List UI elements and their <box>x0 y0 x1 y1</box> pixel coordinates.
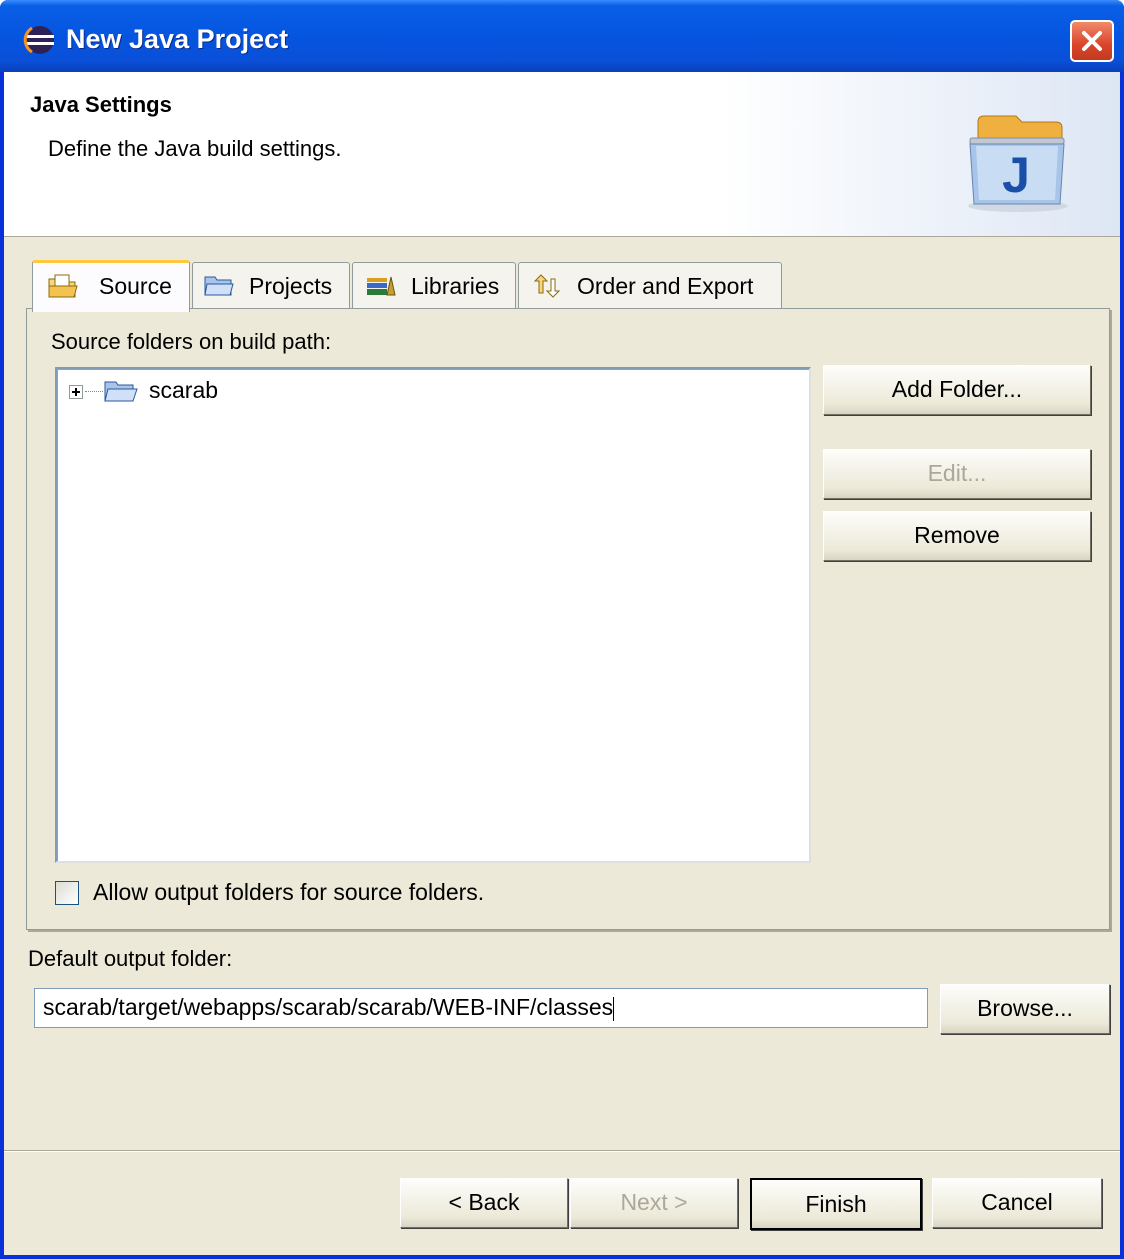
finish-button[interactable]: Finish <box>750 1178 922 1230</box>
tab-order-and-export[interactable]: Order and Export <box>518 262 782 308</box>
folder-icon <box>104 381 138 402</box>
cancel-label: Cancel <box>981 1189 1053 1215</box>
add-folder-button[interactable]: Add Folder... <box>823 365 1091 415</box>
default-output-folder-label: Default output folder: <box>28 946 233 971</box>
source-folders-tree[interactable]: scarab <box>55 367 811 863</box>
footer-separator <box>4 1150 1120 1152</box>
eclipse-icon <box>23 26 54 54</box>
tree-connector <box>85 391 103 392</box>
tab-projects[interactable]: Projects <box>192 262 350 308</box>
libraries-icon <box>367 276 396 296</box>
tab-order-export-label: Order and Export <box>577 273 754 299</box>
close-icon <box>1082 31 1102 51</box>
back-button[interactable]: < Back <box>400 1178 568 1228</box>
new-java-project-dialog: New Java Project Java Settings Define th… <box>0 0 1124 1259</box>
tab-source[interactable]: Source <box>32 260 190 312</box>
tab-source-label: Source <box>99 273 172 299</box>
page-description: Define the Java build settings. <box>48 136 342 161</box>
java-project-icon: J <box>968 115 1068 212</box>
edit-label: Edit... <box>927 460 987 486</box>
add-folder-label: Add Folder... <box>891 376 1023 402</box>
source-tab-panel: Source folders on build path: scarab Add… <box>26 308 1110 930</box>
expand-icon[interactable] <box>69 385 83 399</box>
title-bar[interactable]: New Java Project <box>0 0 1124 72</box>
browse-label: Browse... <box>977 995 1073 1021</box>
projects-folder-icon <box>204 276 234 296</box>
tab-libraries-label: Libraries <box>411 273 500 299</box>
page-title: Java Settings <box>30 92 172 117</box>
source-folder-icon <box>48 274 78 298</box>
tree-item-label: scarab <box>149 377 219 403</box>
text-caret <box>613 996 615 1021</box>
allow-output-folders-checkbox[interactable] <box>55 881 79 905</box>
remove-label: Remove <box>914 522 1000 548</box>
allow-output-folders-label: Allow output folders for source folders. <box>93 879 485 905</box>
tab-libraries[interactable]: Libraries <box>352 262 516 308</box>
wizard-header: Java Settings Define the Java build sett… <box>4 72 1120 237</box>
finish-label: Finish <box>805 1191 867 1217</box>
window-title: New Java Project <box>66 24 289 54</box>
build-path-tabs: Source Projects Libraries Order and Expo… <box>4 238 1120 938</box>
next-label: Next > <box>620 1189 688 1215</box>
close-button[interactable] <box>1070 20 1114 62</box>
next-button[interactable]: Next > <box>570 1178 738 1228</box>
output-folder-value: scarab/target/webapps/scarab/scarab/WEB-… <box>43 994 614 1020</box>
order-export-icon <box>533 274 561 298</box>
source-folders-label: Source folders on build path: <box>51 329 332 354</box>
remove-button[interactable]: Remove <box>823 511 1091 561</box>
browse-button[interactable]: Browse... <box>940 984 1110 1034</box>
default-output-folder-field[interactable]: scarab/target/webapps/scarab/scarab/WEB-… <box>34 988 928 1028</box>
java-j-letter: J <box>1002 147 1030 203</box>
cancel-button[interactable]: Cancel <box>932 1178 1102 1228</box>
back-label: < Back <box>448 1189 520 1215</box>
tab-projects-label: Projects <box>249 273 333 299</box>
edit-button[interactable]: Edit... <box>823 449 1091 499</box>
